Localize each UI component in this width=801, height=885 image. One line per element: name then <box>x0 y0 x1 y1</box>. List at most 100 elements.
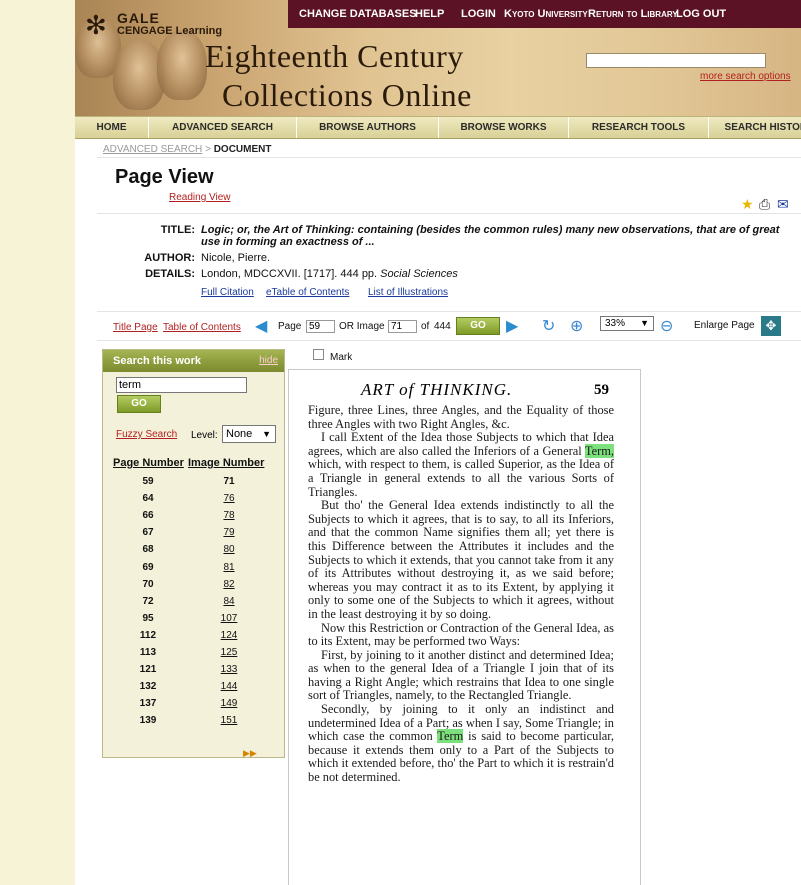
result-image-number-link[interactable]: 84 <box>193 596 265 607</box>
list-of-illustrations-link[interactable]: List of Illustrations <box>368 287 448 298</box>
nav-search-history[interactable]: SEARCH HISTORY <box>709 117 801 138</box>
more-search-options-link[interactable]: more search options <box>700 71 791 82</box>
page-number-input[interactable] <box>306 320 335 333</box>
result-image-number-link[interactable]: 76 <box>193 493 265 504</box>
result-row: 64 76 <box>103 493 284 508</box>
breadcrumb-separator: > <box>205 144 211 155</box>
return-to-library-link[interactable]: Return to Library <box>588 8 678 20</box>
result-page-number: 66 <box>142 510 154 522</box>
star-icon[interactable]: ★ <box>741 196 754 212</box>
table-of-contents-link[interactable]: Table of Contents <box>163 322 241 333</box>
nav-home[interactable]: HOME <box>75 117 149 138</box>
gale-star-icon: ✻ <box>85 11 107 41</box>
result-page-number: 69 <box>142 561 154 573</box>
result-row: 95 107 <box>103 613 284 628</box>
details-subject: Social Sciences <box>380 268 458 280</box>
help-link[interactable]: HELP <box>415 8 444 20</box>
result-page-number: 112 <box>139 629 157 641</box>
page-wrapper: ✻ GALE CENGAGE Learning Eighteenth Centu… <box>75 0 801 885</box>
result-row: 139 151 <box>103 715 284 730</box>
search-go-button[interactable]: GO <box>117 395 161 413</box>
reading-view-link[interactable]: Reading View <box>169 192 231 203</box>
result-row: 72 84 <box>103 596 284 611</box>
author-label: AUTHOR: <box>144 252 195 264</box>
result-image-number-link[interactable]: 151 <box>193 715 265 726</box>
result-image-number-link[interactable]: 133 <box>193 664 265 675</box>
result-image-number-link[interactable]: 81 <box>193 562 265 573</box>
level-value: None <box>226 428 253 440</box>
hide-panel-link[interactable]: hide <box>259 350 278 372</box>
search-hit-highlight[interactable]: Term, <box>584 443 614 458</box>
previous-page-icon[interactable]: ◀ <box>255 318 267 334</box>
details-value: London, MDCCXVII. [1717]. 444 pp. Social… <box>201 268 458 280</box>
level-select[interactable]: None ▼ <box>222 425 276 443</box>
total-pages: 444 <box>434 321 451 332</box>
etable-of-contents-link[interactable]: eTable of Contents <box>266 287 349 298</box>
document-text-run: I call Extent of the Idea those Subjects… <box>308 430 614 458</box>
panel-title: Search this work <box>113 355 202 367</box>
fuzzy-search-link[interactable]: Fuzzy Search <box>116 429 177 440</box>
breadcrumb: ADVANCED SEARCH > DOCUMENT <box>103 144 271 155</box>
nav-advanced-search[interactable]: ADVANCED SEARCH <box>149 117 297 138</box>
enlarge-page-label[interactable]: Enlarge Page <box>694 320 755 331</box>
print-icon[interactable]: ⎙ <box>759 196 770 212</box>
mark-checkbox[interactable] <box>313 349 324 360</box>
mark-label: Mark <box>330 352 353 363</box>
change-databases-link[interactable]: CHANGE DATABASES <box>299 8 417 20</box>
level-label: Level: <box>191 430 218 441</box>
result-page-number: 139 <box>139 715 157 727</box>
title-page-link[interactable]: Title Page <box>113 322 158 333</box>
zoom-in-icon[interactable]: ⊕ <box>570 318 583 334</box>
result-page-number: 72 <box>142 595 154 607</box>
image-number-input[interactable] <box>388 320 417 333</box>
email-icon[interactable]: ✉ <box>777 196 789 212</box>
quick-search-input[interactable] <box>586 53 766 68</box>
page-number-column-header[interactable]: Page Number <box>113 457 184 469</box>
nav-research-tools[interactable]: RESEARCH TOOLS <box>569 117 709 138</box>
results-pager-icon[interactable]: ▶▶ <box>243 748 257 759</box>
result-image-number-link[interactable]: 82 <box>193 579 265 590</box>
document-text-run: which, with respect to them, is called S… <box>308 457 614 499</box>
document-paragraph: I call Extent of the Idea those Subjects… <box>308 430 614 499</box>
details-imprint: London, MDCCXVII. [1717]. 444 pp. <box>201 268 378 280</box>
result-image-number-link[interactable]: 144 <box>193 681 265 692</box>
document-paragraph: Now this Restriction or Contraction of t… <box>308 620 614 649</box>
full-citation-link[interactable]: Full Citation <box>201 287 254 298</box>
result-image-number-link[interactable]: 80 <box>193 544 265 555</box>
details-label: DETAILS: <box>145 268 195 280</box>
result-row: 121 133 <box>103 664 284 679</box>
logo-gale-text: GALE <box>117 10 160 26</box>
zoom-out-icon[interactable]: ⊖ <box>660 318 673 334</box>
page-label: Page <box>278 321 302 332</box>
login-link[interactable]: LOGIN <box>461 8 496 20</box>
nav-browse-authors[interactable]: BROWSE AUTHORS <box>297 117 439 138</box>
next-page-icon[interactable]: ▶ <box>506 318 518 334</box>
result-image-number-link[interactable]: 124 <box>193 630 265 641</box>
zoom-select[interactable]: 33% ▼ <box>600 316 654 331</box>
nav-browse-works[interactable]: BROWSE WORKS <box>439 117 569 138</box>
result-image-number-link[interactable]: 78 <box>193 510 265 521</box>
enlarge-icon[interactable]: ✥ <box>761 316 781 336</box>
search-hit-highlight[interactable]: Term <box>437 729 464 744</box>
kyoto-university-link[interactable]: Kyoto University <box>504 8 588 20</box>
result-row: 59 71 <box>103 476 284 491</box>
result-image-number-link[interactable]: 107 <box>193 613 265 624</box>
result-row: 70 82 <box>103 579 284 594</box>
result-image-number-link[interactable]: 125 <box>193 647 265 658</box>
result-image-number-link[interactable]: 149 <box>193 698 265 709</box>
site-title-line2: Collections Online <box>222 77 472 113</box>
document-paragraph: First, by joining to it another distinct… <box>308 647 614 703</box>
breadcrumb-advanced-search[interactable]: ADVANCED SEARCH <box>103 144 202 155</box>
rotate-icon[interactable]: ↻ <box>542 318 555 334</box>
author-value: Nicole, Pierre. <box>201 252 271 264</box>
document-paragraph: Figure, three Lines, three Angles, and t… <box>308 403 614 431</box>
search-term-input[interactable] <box>116 377 247 393</box>
page-go-button[interactable]: GO <box>456 317 500 335</box>
logout-link[interactable]: LOG OUT <box>676 8 726 20</box>
result-page-number: 95 <box>142 612 154 624</box>
result-page-number: 113 <box>139 647 157 658</box>
result-row: 112 124 <box>103 630 284 645</box>
result-image-number-link[interactable]: 79 <box>193 527 265 538</box>
image-number-column-header[interactable]: Image Number <box>188 457 264 469</box>
result-page-number: 68 <box>142 544 154 556</box>
